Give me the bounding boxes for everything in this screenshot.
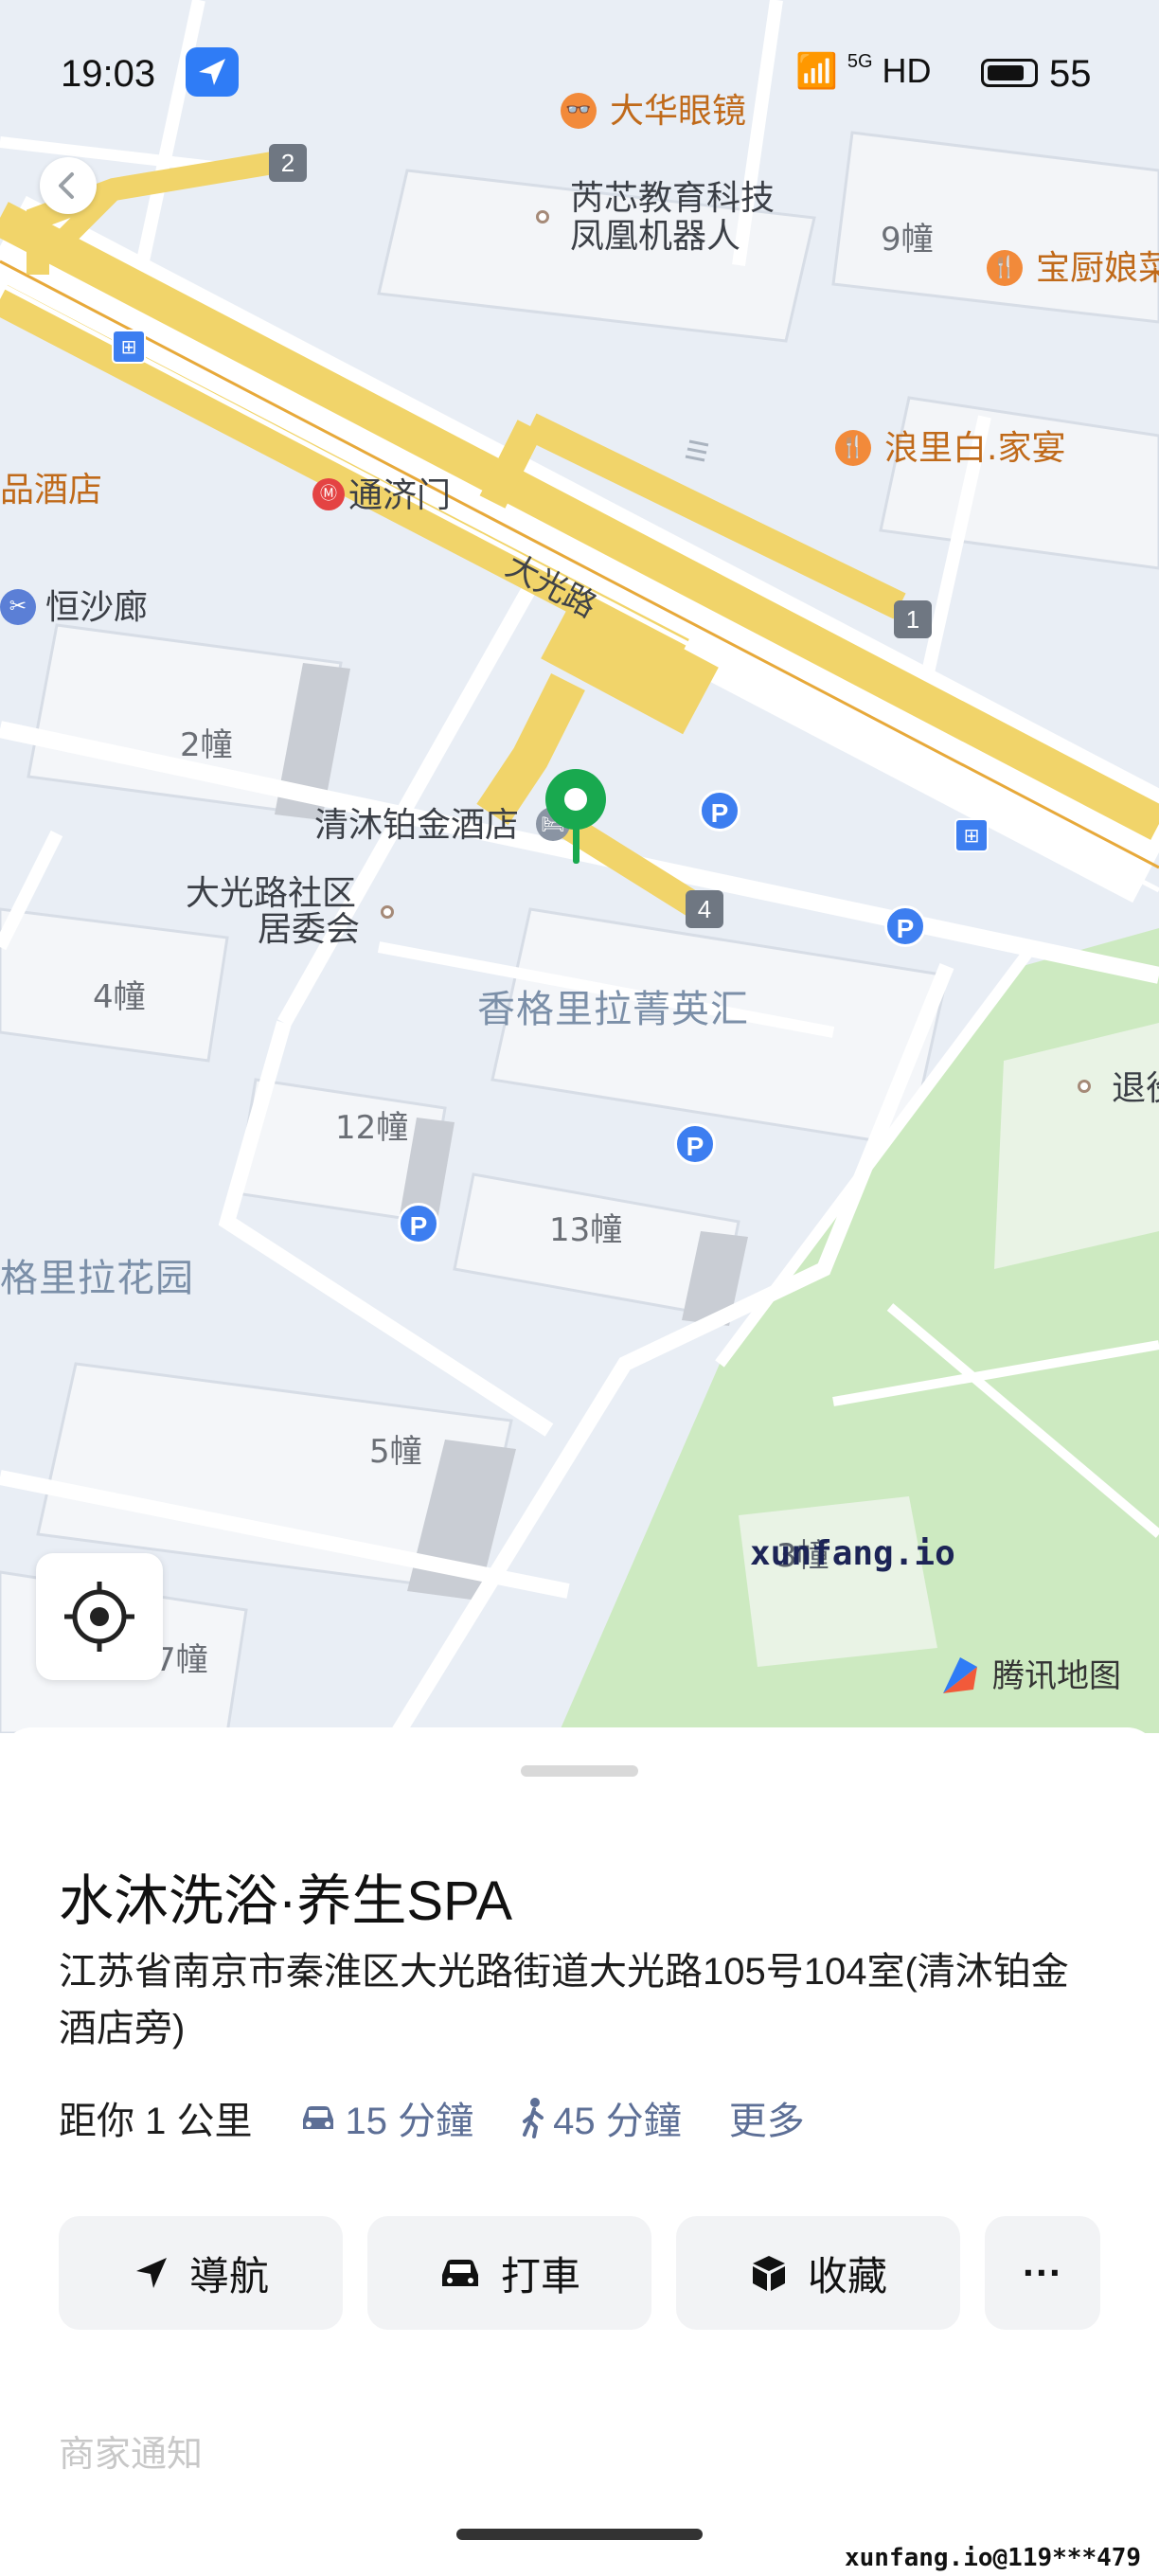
exit-badge-2: 2 [269,144,307,182]
scissors-icon: ✂ [0,589,36,625]
building-4: 4幢 [93,978,146,1016]
more-link[interactable]: 更多 [729,2090,805,2145]
building-9: 9幢 [881,221,934,259]
parking-icon[interactable]: P [884,905,926,947]
parking-icon[interactable]: P [398,1203,439,1244]
walk-time-text: 45 分鐘 [553,2101,682,2142]
network-indicator: 📶 5G HD [795,51,932,91]
restaurant-icon: 🍴 [987,250,1023,286]
tencent-map-label: 腾讯地图 [992,1657,1121,1695]
sheet-drag-handle[interactable] [521,1765,638,1777]
car-icon [303,2106,334,2129]
section-heading-faded: 商家通知 [59,2433,204,2475]
tencent-map-logo-icon [943,1657,977,1693]
parking-icon[interactable]: P [699,790,740,832]
taxi-label: 打車 [500,2253,580,2299]
battery-level: 55 [1049,53,1092,95]
poi-ruixin-line2[interactable]: 凤凰机器人 [570,220,740,254]
status-time: 19:03 [61,53,156,95]
network-type: 5G [847,51,873,72]
poi-dot-icon [1078,1080,1091,1093]
home-indicator[interactable] [456,2529,703,2540]
poi-qingmu-hotel[interactable]: 清沐铂金酒店 [314,809,519,843]
crosshair-icon [64,1582,134,1652]
wifi-icon: 📶 [795,51,838,90]
building-12: 12幢 [335,1109,409,1147]
restaurant-icon: 🍴 [835,430,871,466]
footer-watermark: xunfang.io@119***479 [845,2544,1142,2572]
place-address: 江苏省南京市秦淮区大光路街道大光路105号104室(清沐铂金酒店旁) [59,1951,1069,2049]
exit-badge-4: 4 [686,890,723,928]
locate-me-button[interactable] [36,1553,163,1680]
building-2: 2幢 [180,726,233,764]
battery-icon [981,59,1038,87]
navigation-arrow-icon [135,2258,167,2288]
poi-juweihui-line1[interactable]: 大光路社区 [186,877,356,911]
action-buttons: 導航 打車 收藏 ··· [59,2216,1100,2330]
favorite-label: 收藏 [807,2253,887,2299]
poi-langli[interactable]: 浪里白.家宴 [884,432,1065,466]
map-pin-icon[interactable] [540,765,612,866]
more-dots-icon: ··· [1023,2250,1062,2295]
place-detail-sheet[interactable]: 水沐洗浴·养生SPA 江苏省南京市秦淮区大光路街道大光路105号104室(清沐铂… [0,1727,1159,2576]
parking-icon[interactable]: P [674,1123,716,1165]
chevron-left-icon [59,172,74,199]
poi-tui[interactable]: 退役 [1112,1072,1159,1106]
poi-tongjimen[interactable]: 通济门 [348,479,451,513]
exit-badge-1: 1 [894,600,932,638]
back-button[interactable] [40,157,97,214]
taxi-button[interactable]: 打車 [367,2216,651,2330]
map-base [0,0,1159,1733]
drive-time[interactable]: 15 分鐘 [297,2090,473,2145]
bus-stop-icon[interactable]: ⊞ [954,818,989,852]
drive-time-text: 15 分鐘 [345,2101,474,2142]
more-actions-button[interactable]: ··· [985,2216,1100,2330]
poi-ruixin-line1[interactable]: 芮芯教育科技 [570,182,775,216]
walk-icon [523,2098,544,2138]
poi-juweihui-line2[interactable]: 居委会 [258,913,360,947]
poi-hotel-left[interactable]: 品酒店 [0,474,102,508]
bus-stop-icon[interactable]: ⊞ [112,330,146,364]
building-7: 7幢 [155,1641,208,1679]
poi-hengshalang[interactable]: 恒沙廊 [45,591,148,625]
poi-baochu[interactable]: 宝厨娘菜 [1036,252,1159,286]
tencent-map-logo: 腾讯地图 [936,1652,1121,1701]
area-xianggelila-huayuan: 格里拉花园 [0,1257,194,1300]
map-view[interactable]: 大光路 👓 大华眼镜 芮芯教育科技 凤凰机器人 9幢 🍴 宝厨娘菜 🍴 浪里白.… [0,0,1159,1733]
box-icon [752,2256,785,2291]
location-arrow-icon [186,47,239,97]
poi-dot-icon [381,905,394,919]
metro-icon: Ⓜ [312,478,345,510]
favorite-button[interactable]: 收藏 [676,2216,960,2330]
walk-time[interactable]: 45 分鐘 [519,2090,682,2145]
status-bar: 19:03 📶 5G HD 55 [0,0,1159,142]
hd-label: HD [882,51,932,90]
navigate-label: 導航 [188,2253,269,2299]
poi-dot-icon [536,210,549,224]
place-title: 水沐洗浴·养生SPA [59,1870,513,1932]
building-5: 5幢 [369,1433,422,1471]
taxi-icon [441,2260,478,2286]
watermark: xunfang.io [750,1534,955,1573]
navigate-button[interactable]: 導航 [59,2216,343,2330]
distance-text: 距你 1 公里 [59,2101,253,2142]
travel-info-row: 距你 1 公里 15 分鐘 45 分鐘 更多 [59,2089,805,2146]
area-xianggelila-jingying: 香格里拉菁英汇 [477,988,749,1031]
building-13: 13幢 [549,1211,623,1249]
